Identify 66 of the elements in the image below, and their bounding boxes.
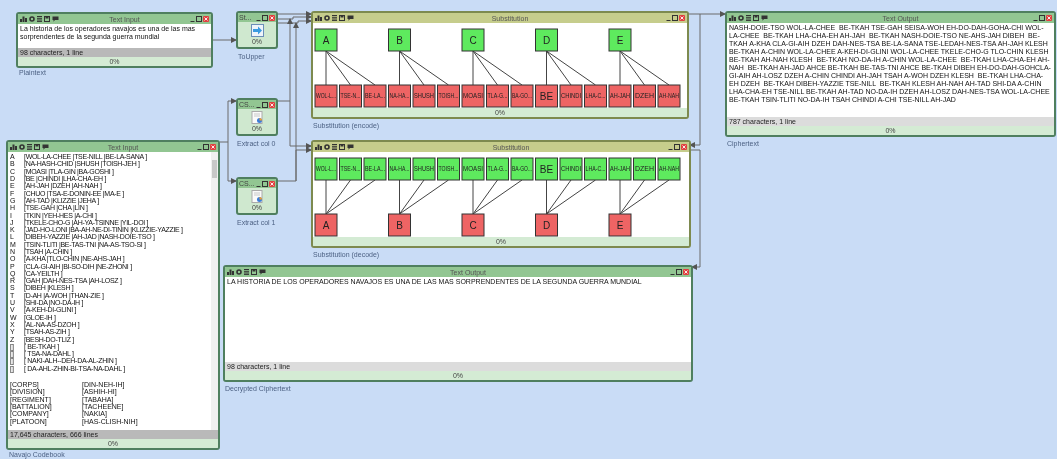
mapping-node: C [461, 28, 485, 52]
gear-icon[interactable] [236, 269, 242, 275]
close-icon[interactable] [681, 144, 687, 150]
close-icon[interactable] [269, 180, 275, 187]
chart-icon[interactable] [10, 144, 17, 150]
help-icon[interactable] [42, 144, 49, 150]
maximize-icon[interactable] [196, 16, 202, 22]
mapping-node: B [388, 28, 411, 52]
close-icon[interactable] [679, 15, 685, 21]
close-icon[interactable] [269, 14, 275, 21]
gear-icon[interactable] [324, 15, 330, 21]
chart-icon[interactable] [315, 144, 322, 150]
gear-icon[interactable] [19, 144, 25, 150]
chart-icon[interactable] [729, 15, 736, 21]
mapping-node: D [535, 28, 558, 52]
save-icon[interactable] [251, 269, 257, 275]
mapping-node: E [608, 213, 632, 237]
gear-icon[interactable] [29, 16, 35, 22]
chart-icon[interactable] [227, 269, 234, 275]
chart-icon[interactable] [315, 15, 322, 21]
save-icon[interactable] [44, 16, 50, 22]
help-icon[interactable] [761, 15, 768, 21]
list-icon[interactable] [332, 15, 337, 21]
gear-icon[interactable] [738, 15, 744, 21]
close-icon[interactable] [1046, 15, 1052, 21]
maximize-icon[interactable] [676, 269, 682, 275]
save-icon[interactable] [34, 144, 40, 150]
help-icon[interactable] [259, 269, 266, 275]
maximize-icon[interactable] [262, 180, 268, 187]
document-icon [250, 190, 264, 203]
mapping-node: D [535, 213, 558, 237]
maximize-icon[interactable] [262, 14, 268, 21]
list-icon[interactable] [332, 144, 337, 150]
mapping-node: B [388, 213, 411, 237]
save-icon[interactable] [753, 15, 759, 21]
close-icon[interactable] [203, 16, 209, 22]
list-icon[interactable] [244, 269, 249, 275]
mapping-node: BE [535, 157, 558, 181]
chart-icon[interactable] [20, 16, 27, 22]
save-icon[interactable] [339, 15, 345, 21]
mapping-node: A [314, 28, 338, 52]
maximize-icon[interactable] [674, 144, 680, 150]
list-icon[interactable] [27, 144, 32, 150]
arrow-icon [250, 24, 264, 37]
help-icon[interactable] [347, 15, 354, 21]
maximize-icon[interactable] [672, 15, 678, 21]
document-icon [250, 111, 264, 124]
list-icon[interactable] [37, 16, 42, 22]
help-icon[interactable] [347, 144, 354, 150]
maximize-icon[interactable] [262, 101, 268, 108]
maximize-icon[interactable] [1039, 15, 1045, 21]
help-icon[interactable] [52, 16, 59, 22]
close-icon[interactable] [210, 144, 216, 150]
list-icon[interactable] [746, 15, 751, 21]
mapping-node: A [314, 213, 338, 237]
save-icon[interactable] [339, 144, 345, 150]
mapping-node: BE [535, 84, 558, 108]
mapping-node: E [608, 28, 632, 52]
vertical-scrollbar[interactable] [211, 152, 218, 430]
text-node[interactable] [725, 11, 1056, 137]
maximize-icon[interactable] [203, 144, 209, 150]
gear-icon[interactable] [324, 144, 330, 150]
close-icon[interactable] [269, 101, 275, 108]
close-icon[interactable] [683, 269, 689, 275]
mapping-node: C [461, 213, 485, 237]
connector-line [211, 37, 237, 43]
